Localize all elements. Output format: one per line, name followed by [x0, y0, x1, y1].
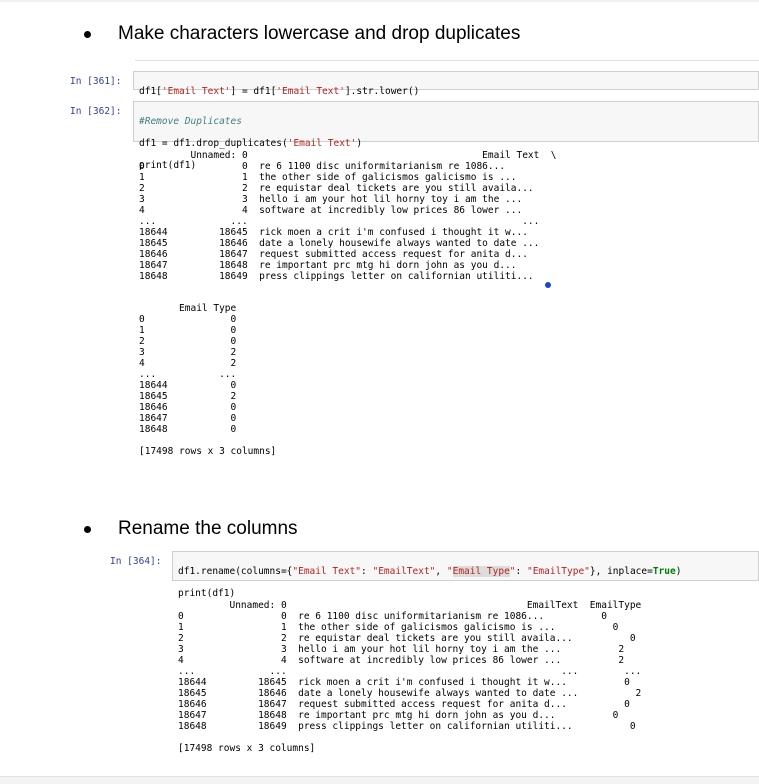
code-comment: #Remove Duplicates: [139, 116, 242, 127]
section-heading-text: Rename the columns: [118, 518, 298, 539]
code-token: ): [356, 138, 363, 149]
code-token: }, inplace=: [589, 566, 653, 577]
section-heading-text: Make characters lowercase and drop dupli…: [118, 23, 521, 44]
string-token: ": [446, 566, 453, 577]
code-token: ,: [435, 566, 447, 577]
code-token: ].str.lower(): [344, 86, 420, 97]
code-token: :: [515, 566, 527, 577]
string-token: 'Email Text': [161, 86, 231, 97]
string-token: 'Email Text': [287, 138, 357, 149]
code-cell-362[interactable]: #Remove Duplicates df1 = df1.drop_duplic…: [133, 101, 759, 171]
section-heading-lowercase: Make characters lowercase and drop dupli…: [84, 23, 684, 45]
keyword-token: True: [652, 566, 676, 577]
input-prompt-361: In [361]:: [70, 76, 122, 87]
top-divider: [0, 0, 759, 2]
mouse-cursor-icon: [545, 282, 551, 288]
code-line: df1.rename(columns={"Email Text": "Email…: [178, 566, 753, 577]
code-token: df1[: [139, 86, 162, 97]
code-token: ] = df1[: [230, 86, 277, 97]
input-prompt-364: In [364]:: [110, 556, 162, 567]
input-prompt-362: In [362]:: [70, 106, 122, 117]
string-token: "EmailText": [372, 566, 436, 577]
section-heading-rename: Rename the columns: [84, 518, 484, 540]
code-token: :: [361, 566, 373, 577]
code-token: df1.rename(columns={: [178, 566, 293, 577]
code-cell-364[interactable]: df1.rename(columns={"Email Text": "Email…: [172, 551, 759, 599]
code-line: df1['Email Text'] = df1['Email Text'].st…: [139, 86, 753, 97]
highlighted-string-token: Email Type: [452, 566, 510, 577]
code-token: ): [675, 566, 682, 577]
string-token: "EmailType": [526, 566, 590, 577]
cell-divider: [135, 60, 759, 61]
code-token: df1 = df1.drop_duplicates(: [139, 138, 288, 149]
bullet-icon: [84, 31, 91, 38]
cell-output-362-dataframe: Unnamed: 0 Email Text \ 0 0 re 6 1100 di…: [139, 150, 557, 282]
string-token: "Email Text": [292, 566, 362, 577]
code-line: print(df1): [178, 588, 236, 599]
string-token: 'Email Text': [276, 86, 345, 97]
cell-output-364-dataframe: Unnamed: 0 EmailText EmailType 0 0 re 6 …: [178, 600, 642, 754]
code-line: df1 = df1.drop_duplicates('Email Text'): [139, 138, 753, 149]
cell-output-362-emailtype: Email Type 0 0 1 0 2 0 3 2 4 2 ... ... 1…: [139, 303, 277, 457]
bullet-icon: [84, 526, 91, 533]
code-cell-361[interactable]: df1['Email Text'] = df1['Email Text'].st…: [133, 71, 759, 97]
